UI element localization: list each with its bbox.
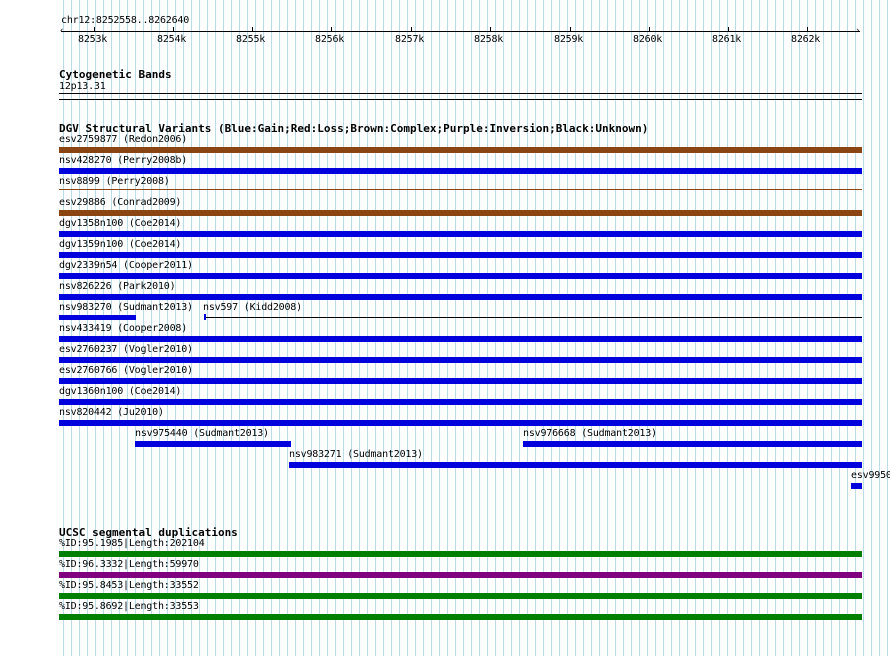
segdup-label: %ID:95.8692|Length:33553 xyxy=(59,601,199,612)
dgv-variant-bar[interactable] xyxy=(59,294,862,300)
ruler-tick-label: 8258k xyxy=(474,34,504,45)
dgv-variant-start-mark xyxy=(204,314,206,320)
segdup-bar[interactable] xyxy=(59,551,862,557)
dgv-variant-bar[interactable] xyxy=(59,273,862,279)
dgv-variant-bar[interactable] xyxy=(59,189,862,190)
genome-browser-view: chr12:8252558..8262640 ‹ › 8253k 8254k 825… xyxy=(0,0,890,656)
dgv-variant-label: dgv2339n54 (Cooper2011) xyxy=(59,260,193,271)
grid-line xyxy=(871,0,872,656)
ruler-tick xyxy=(490,27,491,32)
dgv-variant-bar[interactable] xyxy=(59,210,862,216)
ruler-tick-label: 8260k xyxy=(633,34,663,45)
dgv-variant-label: nsv975440 (Sudmant2013) xyxy=(135,428,269,439)
dgv-variant-label: nsv826226 (Park2010) xyxy=(59,281,176,292)
ruler-tick xyxy=(331,27,332,32)
dgv-variant-label: esv29886 (Conrad2009) xyxy=(59,197,182,208)
dgv-variant-label: esv2760237 (Vogler2010) xyxy=(59,344,193,355)
cytoband-track-title[interactable]: Cytogenetic Bands xyxy=(59,68,172,81)
dgv-variant-label: dgv1360n100 (Coe2014) xyxy=(59,386,182,397)
dgv-variant-label: nsv983271 (Sudmant2013) xyxy=(289,449,423,460)
dgv-variant-bar[interactable] xyxy=(59,147,862,153)
dgv-variant-label: esv2760766 (Vogler2010) xyxy=(59,365,193,376)
dgv-variant-bar[interactable] xyxy=(59,420,862,426)
dgv-variant-bar[interactable] xyxy=(59,168,862,174)
ruler-tick xyxy=(173,27,174,32)
dgv-variant-bar[interactable] xyxy=(289,462,862,468)
dgv-variant-label: dgv1358n100 (Coe2014) xyxy=(59,218,182,229)
ruler-tick xyxy=(94,27,95,32)
grid-line xyxy=(879,0,880,656)
ruler-tick-label: 8261k xyxy=(712,34,742,45)
ruler-tick-label: 8255k xyxy=(236,34,266,45)
cytoband-label: 12p13.31 xyxy=(59,81,106,92)
ruler-tick-label: 8257k xyxy=(395,34,425,45)
ruler-tick-label: 8253k xyxy=(78,34,108,45)
segdup-label: %ID:95.1985|Length:202104 xyxy=(59,538,205,549)
segdup-label: %ID:95.8453|Length:33552 xyxy=(59,580,199,591)
dgv-variant-bar[interactable] xyxy=(59,252,862,258)
ruler-tick-label: 8256k xyxy=(315,34,345,45)
dgv-variant-label: nsv976668 (Sudmant2013) xyxy=(523,428,657,439)
ruler-tick xyxy=(728,27,729,32)
ruler-line xyxy=(61,31,860,32)
grid-line xyxy=(863,0,864,656)
dgv-variant-bar[interactable] xyxy=(851,483,862,489)
ruler-tick xyxy=(570,27,571,32)
segdup-label: %ID:96.3332|Length:59970 xyxy=(59,559,199,570)
ruler-tick-label: 8262k xyxy=(791,34,821,45)
ruler-tick xyxy=(649,27,650,32)
dgv-variant-bar[interactable] xyxy=(205,317,862,318)
ruler-right-arrow: › xyxy=(855,26,861,36)
dgv-variant-label: dgv1359n100 (Coe2014) xyxy=(59,239,182,250)
coordinate-label: chr12:8252558..8262640 xyxy=(61,15,190,26)
dgv-variant-label: nsv428270 (Perry2008b) xyxy=(59,155,188,166)
segdup-bar[interactable] xyxy=(59,593,862,599)
dgv-variant-bar[interactable] xyxy=(59,315,136,320)
dgv-variant-label: esv9950 xyxy=(851,470,890,481)
dgv-variant-bar[interactable] xyxy=(135,441,291,447)
dgv-variant-bar[interactable] xyxy=(59,399,862,405)
dgv-variant-bar[interactable] xyxy=(59,378,862,384)
dgv-variant-bar[interactable] xyxy=(59,357,862,363)
ruler-tick xyxy=(411,27,412,32)
dgv-variant-label: nsv433419 (Cooper2008) xyxy=(59,323,188,334)
dgv-variant-label: nsv8899 (Perry2008) xyxy=(59,176,170,187)
ruler-tick-label: 8254k xyxy=(157,34,187,45)
grid-line xyxy=(887,0,888,656)
dgv-variant-bar[interactable] xyxy=(59,336,862,342)
cytoband-top-border xyxy=(59,93,862,94)
segdup-bar[interactable] xyxy=(59,572,862,578)
ruler-tick-label: 8259k xyxy=(554,34,584,45)
dgv-variant-bar[interactable] xyxy=(59,231,862,237)
cytoband-bottom-border xyxy=(59,99,862,100)
dgv-variant-label: nsv597 (Kidd2008) xyxy=(203,302,302,313)
ruler-tick xyxy=(252,27,253,32)
segdup-bar[interactable] xyxy=(59,614,862,620)
dgv-variant-bar[interactable] xyxy=(523,441,862,447)
ruler-tick xyxy=(807,27,808,32)
dgv-variant-label: nsv983270 (Sudmant2013) xyxy=(59,302,193,313)
dgv-variant-label: esv2759877 (Redon2006) xyxy=(59,134,188,145)
ruler-left-arrow: ‹ xyxy=(59,26,65,36)
dgv-variant-label: nsv820442 (Ju2010) xyxy=(59,407,164,418)
